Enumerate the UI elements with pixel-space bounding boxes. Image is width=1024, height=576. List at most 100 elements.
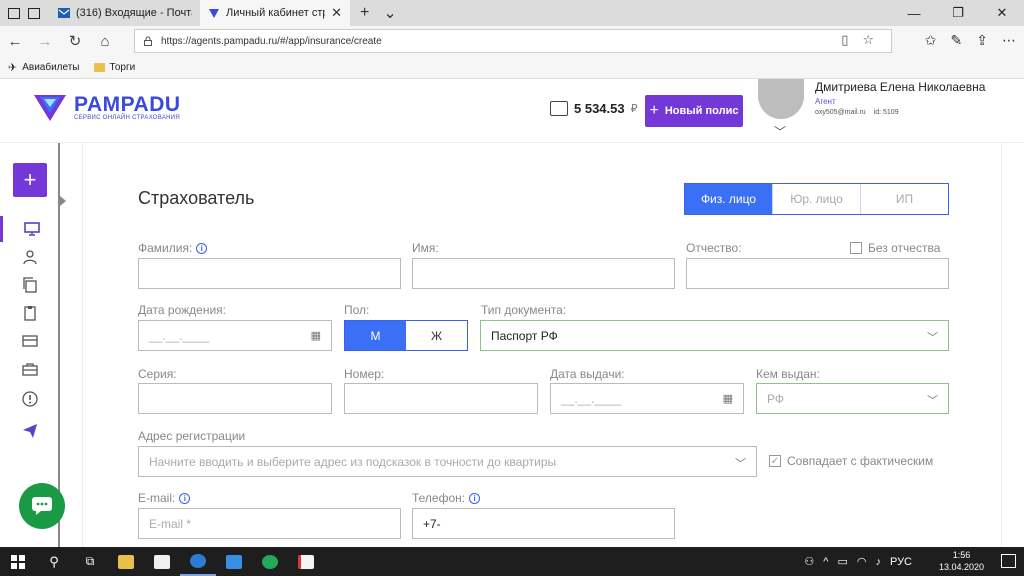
email-input[interactable]: E-mail * bbox=[138, 508, 401, 539]
network-icon[interactable]: ▭ bbox=[837, 555, 847, 568]
restore-icon[interactable]: ❐ bbox=[936, 0, 980, 26]
issued-by-value: РФ bbox=[767, 391, 784, 406]
back-icon[interactable]: ← bbox=[0, 33, 30, 50]
sidebar-item-profile[interactable] bbox=[0, 244, 60, 270]
close-tab-icon[interactable]: ✕ bbox=[331, 5, 342, 21]
issued-by-select[interactable]: РФ ﹀ bbox=[756, 383, 949, 414]
notifications-icon[interactable] bbox=[1001, 554, 1016, 568]
reading-view-icon[interactable]: ▯ bbox=[841, 32, 848, 48]
bookmark-flights[interactable]: ✈ Авиабилеты bbox=[8, 61, 80, 74]
favorite-star-icon[interactable]: ☆ bbox=[862, 32, 874, 48]
tab-preview-icon[interactable] bbox=[8, 7, 20, 19]
sidebar-item-copies[interactable] bbox=[0, 272, 60, 298]
logo[interactable]: PAMPADU СЕРВИС ОНЛАЙН СТРАХОВАНИЯ bbox=[32, 91, 181, 123]
refresh-icon[interactable]: ↻ bbox=[60, 32, 90, 50]
new-policy-button[interactable]: + Новый полис bbox=[645, 95, 743, 127]
chat-button[interactable] bbox=[19, 483, 65, 529]
window-controls: — ❐ ✕ bbox=[892, 0, 1024, 26]
taskbar-document[interactable] bbox=[288, 547, 324, 576]
gender-male[interactable]: М bbox=[345, 321, 406, 350]
no-patronymic-checkbox[interactable]: Без отчества bbox=[850, 241, 940, 255]
person-type-entrepreneur[interactable]: ИП bbox=[860, 184, 948, 214]
doc-type-value: Паспорт РФ bbox=[491, 328, 558, 343]
taskbar-whatsapp[interactable] bbox=[252, 547, 288, 576]
calendar-icon[interactable]: ▦ bbox=[311, 329, 321, 342]
series-input[interactable] bbox=[138, 383, 332, 414]
tab-cabinet[interactable]: Личный кабинет страх ✕ bbox=[200, 0, 350, 26]
volume-icon[interactable]: ♪ bbox=[875, 556, 881, 568]
sidebar-item-dashboard[interactable] bbox=[0, 216, 60, 242]
minimize-icon[interactable]: — bbox=[892, 0, 936, 26]
email-placeholder: E-mail * bbox=[149, 516, 192, 531]
store-icon bbox=[154, 554, 170, 569]
gender-female[interactable]: Ж bbox=[406, 321, 467, 350]
taskbar-mail[interactable] bbox=[216, 547, 252, 576]
taskbar-store[interactable] bbox=[144, 547, 180, 576]
logo-subtitle: СЕРВИС ОНЛАЙН СТРАХОВАНИЯ bbox=[74, 115, 181, 121]
info-icon[interactable]: i bbox=[469, 492, 481, 504]
clipboard-icon bbox=[24, 306, 36, 321]
taskbar-search[interactable]: ⚲ bbox=[36, 547, 72, 576]
chevron-down-icon[interactable]: ﹀ bbox=[735, 455, 746, 471]
info-icon[interactable]: i bbox=[196, 242, 208, 254]
forward-icon[interactable]: → bbox=[30, 33, 60, 50]
birth-date-input[interactable]: __.__.____ ▦ bbox=[138, 320, 332, 351]
bookmark-label: Авиабилеты bbox=[22, 61, 80, 73]
tab-mail[interactable]: (316) Входящие - Почта Ma bbox=[50, 0, 200, 26]
taskbar-task-view[interactable]: ⧉ bbox=[72, 547, 108, 576]
logo-name: PAMPADU bbox=[74, 93, 181, 116]
chevron-down-icon[interactable]: ﹀ bbox=[774, 123, 786, 140]
patronymic-input[interactable] bbox=[686, 258, 949, 289]
windows-taskbar: ⚲ ⧉ ⚇ ^ ▭ ◠ ♪ РУС 1:56 13.04.2020 bbox=[0, 547, 1024, 576]
doc-type-select[interactable]: Паспорт РФ ﹀ bbox=[480, 320, 949, 351]
pen-icon[interactable]: ✎ bbox=[951, 32, 963, 49]
matches-actual-checkbox[interactable]: ✓ Совпадает с фактическим bbox=[769, 454, 933, 468]
person-type-legal[interactable]: Юр. лицо bbox=[772, 184, 860, 214]
system-tray: ⚇ ^ ▭ ◠ ♪ РУС bbox=[804, 547, 912, 576]
close-window-icon[interactable]: ✕ bbox=[980, 0, 1024, 26]
user-name: Дмитриева Елена Николаевна bbox=[815, 80, 986, 94]
url-field[interactable]: https://agents.pampadu.ru/#/app/insuranc… bbox=[134, 29, 892, 53]
tab-aside-icon[interactable] bbox=[28, 7, 40, 19]
phone-input[interactable]: +7- bbox=[412, 508, 675, 539]
url-text: https://agents.pampadu.ru/#/app/insuranc… bbox=[161, 35, 382, 47]
sidebar-item-clipboard[interactable] bbox=[0, 300, 60, 326]
checkmark-icon[interactable]: ✓ bbox=[769, 455, 781, 467]
favorites-icon[interactable]: ✩ bbox=[925, 32, 937, 49]
bookmark-tenders[interactable]: Торги bbox=[93, 62, 135, 73]
person-type-individual[interactable]: Физ. лицо bbox=[685, 184, 772, 214]
avatar[interactable] bbox=[758, 79, 804, 119]
taskbar-explorer[interactable] bbox=[108, 547, 144, 576]
surname-input[interactable] bbox=[138, 258, 401, 289]
clock[interactable]: 1:56 13.04.2020 bbox=[939, 549, 984, 573]
wallet-icon bbox=[550, 101, 568, 116]
sidebar-item-send[interactable] bbox=[0, 418, 60, 444]
sidebar-item-cards[interactable] bbox=[0, 328, 60, 354]
sidebar-toggle-icon[interactable] bbox=[60, 196, 66, 206]
tab-menu-icon[interactable]: ⌄ bbox=[383, 3, 396, 23]
name-input[interactable] bbox=[412, 258, 675, 289]
wifi-icon[interactable]: ◠ bbox=[857, 555, 867, 568]
user-icon bbox=[23, 250, 37, 265]
address-input[interactable]: Начните вводить и выберите адрес из подс… bbox=[138, 446, 757, 477]
people-icon[interactable]: ⚇ bbox=[804, 555, 814, 568]
number-input[interactable] bbox=[344, 383, 538, 414]
checkbox-icon[interactable] bbox=[850, 242, 862, 254]
balance[interactable]: 5 534.53 ₽ bbox=[550, 101, 638, 116]
search-icon: ⚲ bbox=[49, 553, 59, 569]
more-icon[interactable]: ⋯ bbox=[1002, 32, 1016, 49]
info-icon[interactable]: i bbox=[179, 492, 191, 504]
start-button[interactable] bbox=[0, 547, 36, 576]
issue-date-input[interactable]: __.__.____ ▦ bbox=[550, 383, 744, 414]
new-tab-button[interactable]: + bbox=[360, 4, 369, 22]
sidebar-add-button[interactable]: + bbox=[13, 163, 47, 197]
language-indicator[interactable]: РУС bbox=[890, 556, 912, 568]
taskbar-edge[interactable] bbox=[180, 547, 216, 576]
home-icon[interactable]: ⌂ bbox=[90, 33, 120, 50]
sidebar-item-alerts[interactable] bbox=[0, 386, 60, 412]
sidebar: + bbox=[0, 143, 65, 547]
sidebar-item-portfolio[interactable] bbox=[0, 356, 60, 382]
calendar-icon[interactable]: ▦ bbox=[723, 392, 733, 405]
chevron-up-icon[interactable]: ^ bbox=[823, 556, 828, 568]
share-icon[interactable]: ⇪ bbox=[976, 32, 988, 49]
